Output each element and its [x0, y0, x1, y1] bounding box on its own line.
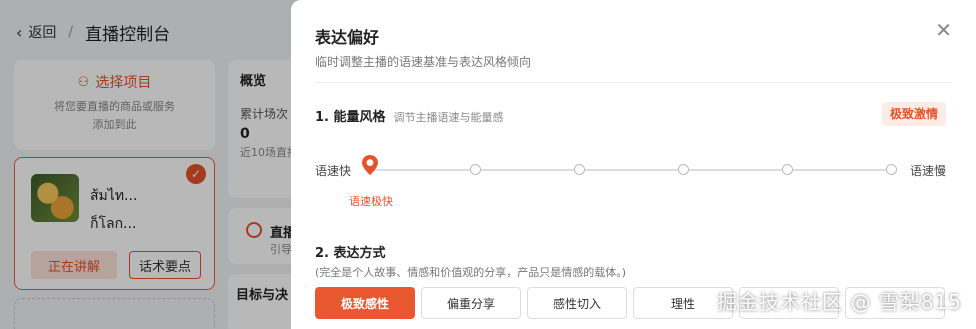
slider-stop[interactable] [574, 164, 585, 175]
drawer-title: 表达偏好 [315, 28, 380, 47]
slider-stop[interactable] [886, 164, 897, 175]
expression-mode-hint: (完全是个人故事、情感和价值观的分享，产品只是情感的载体。) [315, 266, 627, 279]
energy-style-title: 1. 能量风格 [315, 110, 386, 125]
option-button[interactable]: 偏重分享 [421, 287, 521, 319]
energy-style-hint: 调节主播语速与能量感 [393, 111, 504, 124]
slider-left-label: 语速快 [315, 164, 352, 178]
close-icon[interactable]: ✕ [935, 18, 952, 42]
slider-stop[interactable] [782, 164, 793, 175]
energy-style-header: 1. 能量风格 调节主播语速与能量感 [315, 106, 504, 125]
slider-stop[interactable] [470, 164, 481, 175]
drawer-subtitle: 临时调整主播的语速基准与表达风格倾向 [315, 55, 532, 69]
expression-mode-header: 2. 表达方式 [315, 242, 386, 261]
option-button[interactable]: 感性切入 [527, 287, 627, 319]
option-button[interactable]: 极致感性 [315, 287, 415, 319]
slider-right-label: 语速慢 [909, 164, 946, 178]
slider-selected-label: 语速极快 [349, 195, 393, 208]
expression-mode-title: 2. 表达方式 [315, 246, 386, 261]
divider [315, 82, 952, 83]
watermark: 掘金技术社区 @ 雪梨815 [717, 290, 962, 314]
slider-handle-pin-icon[interactable] [362, 155, 378, 175]
slider-stop[interactable] [678, 164, 689, 175]
expression-preference-drawer: 表达偏好 临时调整主播的语速基准与表达风格倾向 ✕ 1. 能量风格 调节主播语速… [291, 0, 976, 329]
current-style-tag: 极致激情 [881, 102, 946, 126]
speed-slider-track[interactable] [371, 169, 891, 171]
